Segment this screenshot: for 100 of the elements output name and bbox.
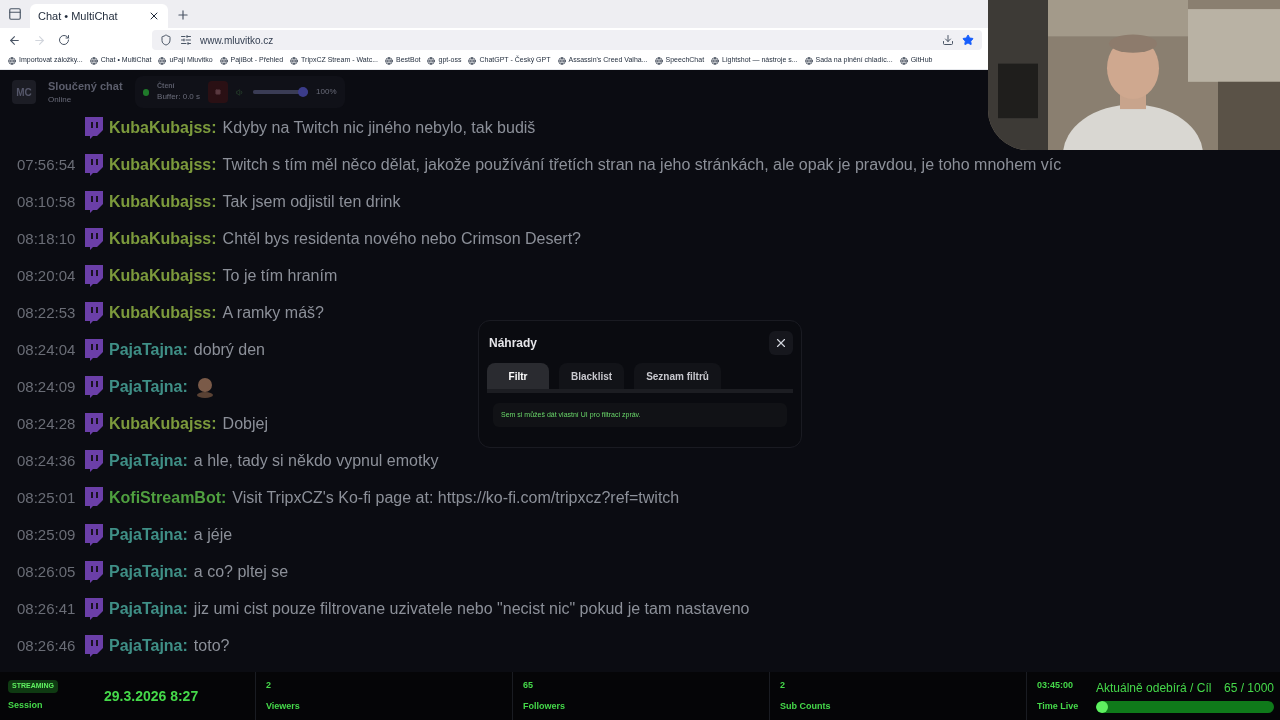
username: KubaKubajss: (109, 229, 217, 249)
shield-icon (160, 34, 172, 46)
reload-icon[interactable] (58, 34, 70, 46)
twitch-icon (83, 524, 103, 546)
globe-icon (384, 56, 393, 65)
message-time: 08:26:41 (17, 598, 77, 619)
download-icon[interactable] (942, 34, 954, 46)
message-time: 08:26:05 (17, 561, 77, 582)
status-text: Online (48, 94, 73, 107)
globe-icon (557, 56, 566, 65)
username: PajaTajna: (109, 340, 188, 360)
message-time: 08:18:10 (17, 228, 77, 249)
twitch-icon (83, 117, 103, 139)
stat-value: 65 (523, 678, 534, 692)
stat-value: 2 (780, 678, 786, 692)
address-field[interactable]: www.mluvitko.cz (152, 30, 982, 50)
twitch-icon (83, 154, 103, 176)
username: KubaKubajss: (109, 155, 217, 175)
close-icon (774, 336, 788, 350)
time-live-value: 03:45:00 (1037, 678, 1075, 692)
twitch-icon (83, 450, 103, 472)
stat-label: Followers (523, 700, 566, 713)
dialog-tab[interactable]: Filtr (487, 363, 549, 389)
chat-title: Sloučený chat (48, 78, 123, 94)
close-tab-icon[interactable] (148, 10, 160, 22)
twitch-icon (83, 487, 103, 509)
globe-icon (899, 56, 908, 65)
username: PajaTajna: (109, 599, 188, 619)
globe-icon (804, 56, 813, 65)
message-text: a hle, tady si někdo vypnul emotky (193, 451, 439, 471)
message-time: 08:26:46 (17, 635, 77, 656)
back-icon[interactable] (8, 33, 21, 47)
message-time: 08:22:53 (17, 302, 77, 323)
volume-thumb[interactable] (298, 87, 309, 97)
username: PajaTajna: (109, 377, 188, 397)
username: KubaKubajss: (109, 266, 217, 286)
globe-icon (158, 56, 167, 65)
username: KubaKubajss: (109, 192, 217, 212)
message-time: 08:24:28 (17, 413, 77, 434)
volume-icon (236, 87, 245, 97)
stat-label: Sub Counts (780, 700, 832, 713)
globe-icon (427, 56, 436, 65)
volume-slider[interactable] (252, 87, 309, 97)
twitch-icon (83, 561, 103, 583)
message-text: Tak jsem odjistil ten drink (222, 192, 401, 212)
globe-icon (468, 56, 477, 65)
twitch-icon (83, 302, 103, 324)
close-button[interactable] (769, 331, 793, 355)
globe-icon (290, 56, 299, 65)
globe-icon (219, 56, 228, 65)
message-time: 08:20:04 (17, 265, 77, 286)
twitch-icon (83, 598, 103, 620)
bookmark-star-icon[interactable] (962, 34, 974, 46)
message-time: 08:24:36 (17, 450, 77, 471)
message-text: Kdyby na Twitch nic jiného nebylo, tak budiš (222, 118, 536, 138)
message-text: To je tím hraním (222, 266, 338, 286)
globe-icon (711, 56, 720, 65)
message-time: 07:56:54 (17, 154, 77, 175)
twitch-icon (83, 413, 103, 435)
username: KubaKubajss: (109, 118, 217, 138)
volume-reading: 100% (316, 86, 337, 98)
twitch-icon (83, 339, 103, 361)
message-text: toto? (193, 636, 230, 656)
message-text: Chtěl bys residenta nového nebo Crimson Desert? (222, 229, 581, 249)
session-label: Session (8, 698, 44, 712)
new-tab-icon[interactable] (176, 8, 190, 22)
message-text: Visit TripxCZ's Ko-fi page at: https://ko-fi.com/tripxcz?ref=twitch (232, 488, 680, 508)
dialog-tab[interactable]: Seznam filtrů (634, 363, 721, 389)
goal-count: 65 / 1000 (1223, 680, 1274, 697)
stop-icon (215, 89, 222, 95)
message-time: 08:24:09 (17, 376, 77, 397)
dialog-title: Náhrady (489, 335, 538, 352)
twitch-icon (83, 635, 103, 657)
avatar: MC (12, 80, 36, 104)
stat-value: 2 (266, 678, 272, 692)
globe-icon (8, 56, 16, 65)
stat-label: Viewers (266, 700, 301, 713)
site-settings-icon (180, 34, 192, 46)
message-text: a jéje (193, 525, 233, 545)
session-datetime: 29.3.2026 8:27 (103, 686, 200, 706)
message-text: A ramky máš? (222, 303, 324, 323)
message-text: jiz umi cist pouze filtrovane uzivatele nebo "necist nic" pokud je tam nastaveno (193, 599, 750, 619)
goal-label: Aktuálně odebírá / Cíl (1096, 680, 1212, 697)
message-text: Twitch s tím měl něco dělat, jakože používání třetích stran na jeho stránkách, ale opak je pravdou, je toho mnohem víc (222, 155, 1062, 175)
tab-list-icon[interactable] (8, 7, 22, 21)
message-time: 08:25:09 (17, 524, 77, 545)
username: PajaTajna: (109, 451, 188, 471)
message-text: a co? pltej se (193, 562, 289, 582)
globe-icon (654, 56, 663, 65)
username: PajaTajna: (109, 636, 188, 656)
message-time: 08:25:01 (17, 487, 77, 508)
twitch-icon (83, 228, 103, 250)
time-live-label: Time Live (1037, 700, 1080, 713)
browser-tab[interactable]: Chat • MultiChat (30, 4, 168, 28)
username: KofiStreamBot: (109, 488, 227, 508)
username: PajaTajna: (109, 562, 188, 582)
globe-icon (89, 56, 98, 65)
message-time: 08:24:04 (17, 339, 77, 360)
dialog-tab[interactable]: Blacklist (559, 363, 625, 389)
twitch-icon (83, 376, 103, 398)
